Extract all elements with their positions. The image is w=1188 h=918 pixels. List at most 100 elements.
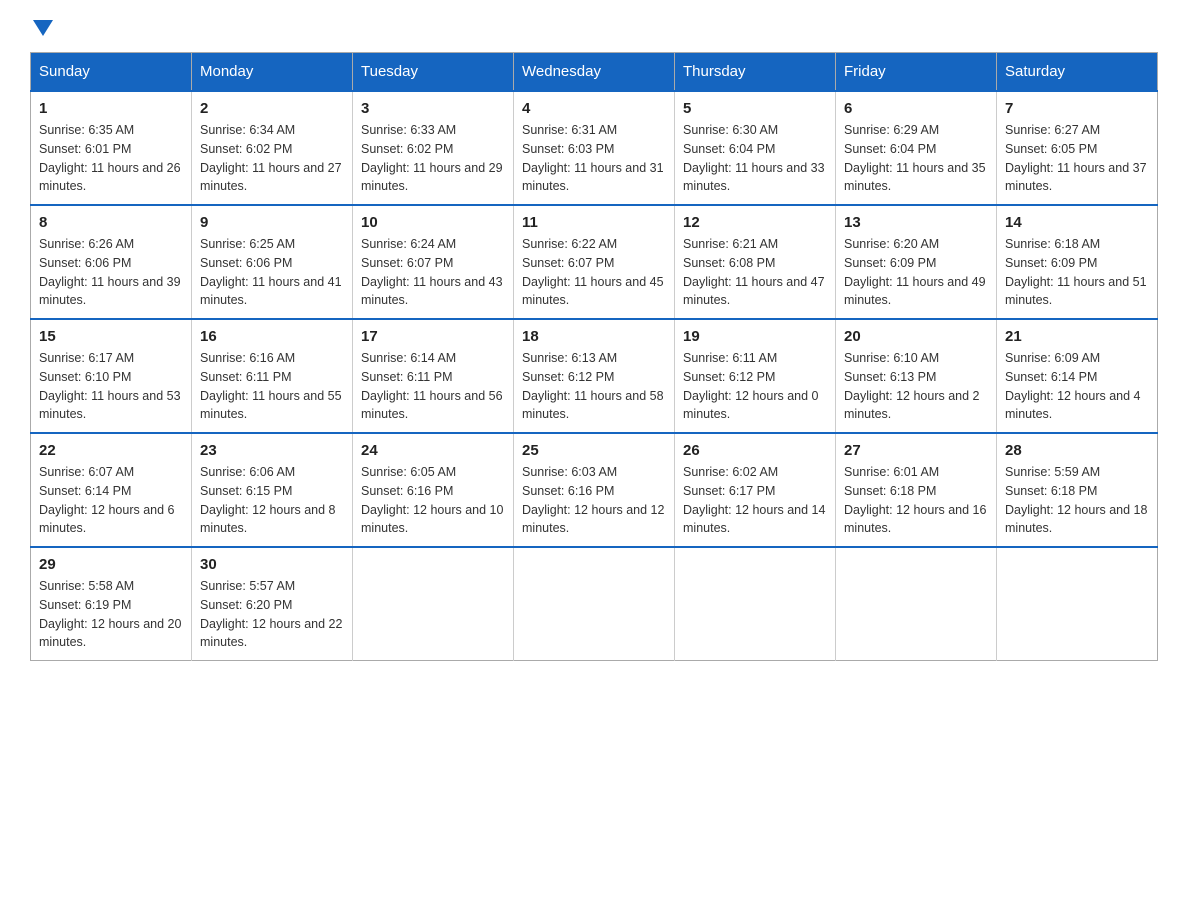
day-number: 12: [683, 214, 827, 231]
calendar-day-cell: 29 Sunrise: 5:58 AM Sunset: 6:19 PM Dayl…: [31, 547, 192, 661]
sunrise-label: Sunrise: 6:29 AM: [844, 123, 939, 137]
day-info: Sunrise: 6:13 AM Sunset: 6:12 PM Dayligh…: [522, 349, 666, 424]
empty-cell: [514, 547, 675, 661]
day-number: 29: [39, 556, 183, 573]
calendar-day-cell: 21 Sunrise: 6:09 AM Sunset: 6:14 PM Dayl…: [997, 319, 1158, 433]
day-number: 4: [522, 100, 666, 117]
day-info: Sunrise: 6:30 AM Sunset: 6:04 PM Dayligh…: [683, 121, 827, 196]
daylight-label: Daylight: 11 hours and 27 minutes.: [200, 161, 342, 194]
calendar-week-row: 15 Sunrise: 6:17 AM Sunset: 6:10 PM Dayl…: [31, 319, 1158, 433]
calendar-day-cell: 18 Sunrise: 6:13 AM Sunset: 6:12 PM Dayl…: [514, 319, 675, 433]
day-number: 19: [683, 328, 827, 345]
calendar-day-cell: 27 Sunrise: 6:01 AM Sunset: 6:18 PM Dayl…: [836, 433, 997, 547]
day-number: 23: [200, 442, 344, 459]
day-number: 15: [39, 328, 183, 345]
day-info: Sunrise: 6:14 AM Sunset: 6:11 PM Dayligh…: [361, 349, 505, 424]
calendar-day-cell: 5 Sunrise: 6:30 AM Sunset: 6:04 PM Dayli…: [675, 91, 836, 205]
day-info: Sunrise: 6:26 AM Sunset: 6:06 PM Dayligh…: [39, 235, 183, 310]
sunset-label: Sunset: 6:06 PM: [200, 256, 292, 270]
sunrise-label: Sunrise: 6:11 AM: [683, 351, 777, 365]
sunset-label: Sunset: 6:17 PM: [683, 484, 775, 498]
empty-cell: [353, 547, 514, 661]
sunrise-label: Sunrise: 6:17 AM: [39, 351, 134, 365]
sunset-label: Sunset: 6:18 PM: [1005, 484, 1097, 498]
calendar-day-cell: 17 Sunrise: 6:14 AM Sunset: 6:11 PM Dayl…: [353, 319, 514, 433]
calendar-week-row: 8 Sunrise: 6:26 AM Sunset: 6:06 PM Dayli…: [31, 205, 1158, 319]
day-number: 10: [361, 214, 505, 231]
sunrise-label: Sunrise: 6:31 AM: [522, 123, 617, 137]
sunrise-label: Sunrise: 6:21 AM: [683, 237, 778, 251]
calendar-day-cell: 10 Sunrise: 6:24 AM Sunset: 6:07 PM Dayl…: [353, 205, 514, 319]
daylight-label: Daylight: 12 hours and 4 minutes.: [1005, 389, 1141, 422]
calendar-day-cell: 20 Sunrise: 6:10 AM Sunset: 6:13 PM Dayl…: [836, 319, 997, 433]
day-number: 7: [1005, 100, 1149, 117]
calendar-day-cell: 8 Sunrise: 6:26 AM Sunset: 6:06 PM Dayli…: [31, 205, 192, 319]
day-number: 18: [522, 328, 666, 345]
daylight-label: Daylight: 11 hours and 45 minutes.: [522, 275, 664, 308]
day-info: Sunrise: 6:25 AM Sunset: 6:06 PM Dayligh…: [200, 235, 344, 310]
calendar-day-header-monday: Monday: [192, 53, 353, 92]
sunrise-label: Sunrise: 6:18 AM: [1005, 237, 1100, 251]
day-info: Sunrise: 6:05 AM Sunset: 6:16 PM Dayligh…: [361, 463, 505, 538]
daylight-label: Daylight: 11 hours and 51 minutes.: [1005, 275, 1147, 308]
sunset-label: Sunset: 6:06 PM: [39, 256, 131, 270]
sunset-label: Sunset: 6:12 PM: [522, 370, 614, 384]
daylight-label: Daylight: 12 hours and 18 minutes.: [1005, 503, 1147, 536]
sunrise-label: Sunrise: 6:03 AM: [522, 465, 617, 479]
daylight-label: Daylight: 12 hours and 0 minutes.: [683, 389, 819, 422]
calendar-table: SundayMondayTuesdayWednesdayThursdayFrid…: [30, 52, 1158, 661]
sunrise-label: Sunrise: 6:02 AM: [683, 465, 778, 479]
sunrise-label: Sunrise: 6:16 AM: [200, 351, 295, 365]
sunset-label: Sunset: 6:04 PM: [844, 142, 936, 156]
sunrise-label: Sunrise: 6:34 AM: [200, 123, 295, 137]
sunset-label: Sunset: 6:07 PM: [361, 256, 453, 270]
empty-cell: [997, 547, 1158, 661]
day-number: 16: [200, 328, 344, 345]
sunset-label: Sunset: 6:02 PM: [200, 142, 292, 156]
daylight-label: Daylight: 11 hours and 26 minutes.: [39, 161, 181, 194]
day-info: Sunrise: 6:33 AM Sunset: 6:02 PM Dayligh…: [361, 121, 505, 196]
day-info: Sunrise: 5:57 AM Sunset: 6:20 PM Dayligh…: [200, 577, 344, 652]
daylight-label: Daylight: 11 hours and 41 minutes.: [200, 275, 342, 308]
logo-triangle-icon: [33, 20, 53, 36]
day-number: 17: [361, 328, 505, 345]
sunset-label: Sunset: 6:07 PM: [522, 256, 614, 270]
day-info: Sunrise: 6:02 AM Sunset: 6:17 PM Dayligh…: [683, 463, 827, 538]
calendar-day-cell: 22 Sunrise: 6:07 AM Sunset: 6:14 PM Dayl…: [31, 433, 192, 547]
sunset-label: Sunset: 6:09 PM: [1005, 256, 1097, 270]
daylight-label: Daylight: 11 hours and 58 minutes.: [522, 389, 664, 422]
sunrise-label: Sunrise: 6:07 AM: [39, 465, 134, 479]
calendar-day-header-thursday: Thursday: [675, 53, 836, 92]
sunset-label: Sunset: 6:11 PM: [361, 370, 453, 384]
daylight-label: Daylight: 11 hours and 43 minutes.: [361, 275, 503, 308]
sunset-label: Sunset: 6:08 PM: [683, 256, 775, 270]
sunset-label: Sunset: 6:15 PM: [200, 484, 292, 498]
calendar-day-cell: 25 Sunrise: 6:03 AM Sunset: 6:16 PM Dayl…: [514, 433, 675, 547]
calendar-day-cell: 16 Sunrise: 6:16 AM Sunset: 6:11 PM Dayl…: [192, 319, 353, 433]
calendar-day-cell: 15 Sunrise: 6:17 AM Sunset: 6:10 PM Dayl…: [31, 319, 192, 433]
calendar-day-cell: 28 Sunrise: 5:59 AM Sunset: 6:18 PM Dayl…: [997, 433, 1158, 547]
sunrise-label: Sunrise: 6:10 AM: [844, 351, 939, 365]
daylight-label: Daylight: 12 hours and 14 minutes.: [683, 503, 825, 536]
calendar-day-header-sunday: Sunday: [31, 53, 192, 92]
sunrise-label: Sunrise: 6:01 AM: [844, 465, 939, 479]
day-info: Sunrise: 5:59 AM Sunset: 6:18 PM Dayligh…: [1005, 463, 1149, 538]
day-info: Sunrise: 6:17 AM Sunset: 6:10 PM Dayligh…: [39, 349, 183, 424]
day-number: 6: [844, 100, 988, 117]
day-number: 8: [39, 214, 183, 231]
sunset-label: Sunset: 6:04 PM: [683, 142, 775, 156]
sunrise-label: Sunrise: 6:26 AM: [39, 237, 134, 251]
sunset-label: Sunset: 6:20 PM: [200, 598, 292, 612]
daylight-label: Daylight: 11 hours and 49 minutes.: [844, 275, 986, 308]
day-number: 3: [361, 100, 505, 117]
sunrise-label: Sunrise: 6:30 AM: [683, 123, 778, 137]
day-info: Sunrise: 6:01 AM Sunset: 6:18 PM Dayligh…: [844, 463, 988, 538]
day-number: 25: [522, 442, 666, 459]
logo: [30, 20, 53, 36]
daylight-label: Daylight: 11 hours and 35 minutes.: [844, 161, 986, 194]
day-info: Sunrise: 6:34 AM Sunset: 6:02 PM Dayligh…: [200, 121, 344, 196]
sunrise-label: Sunrise: 6:13 AM: [522, 351, 617, 365]
calendar-day-cell: 11 Sunrise: 6:22 AM Sunset: 6:07 PM Dayl…: [514, 205, 675, 319]
page-header: [30, 20, 1158, 36]
daylight-label: Daylight: 12 hours and 10 minutes.: [361, 503, 503, 536]
